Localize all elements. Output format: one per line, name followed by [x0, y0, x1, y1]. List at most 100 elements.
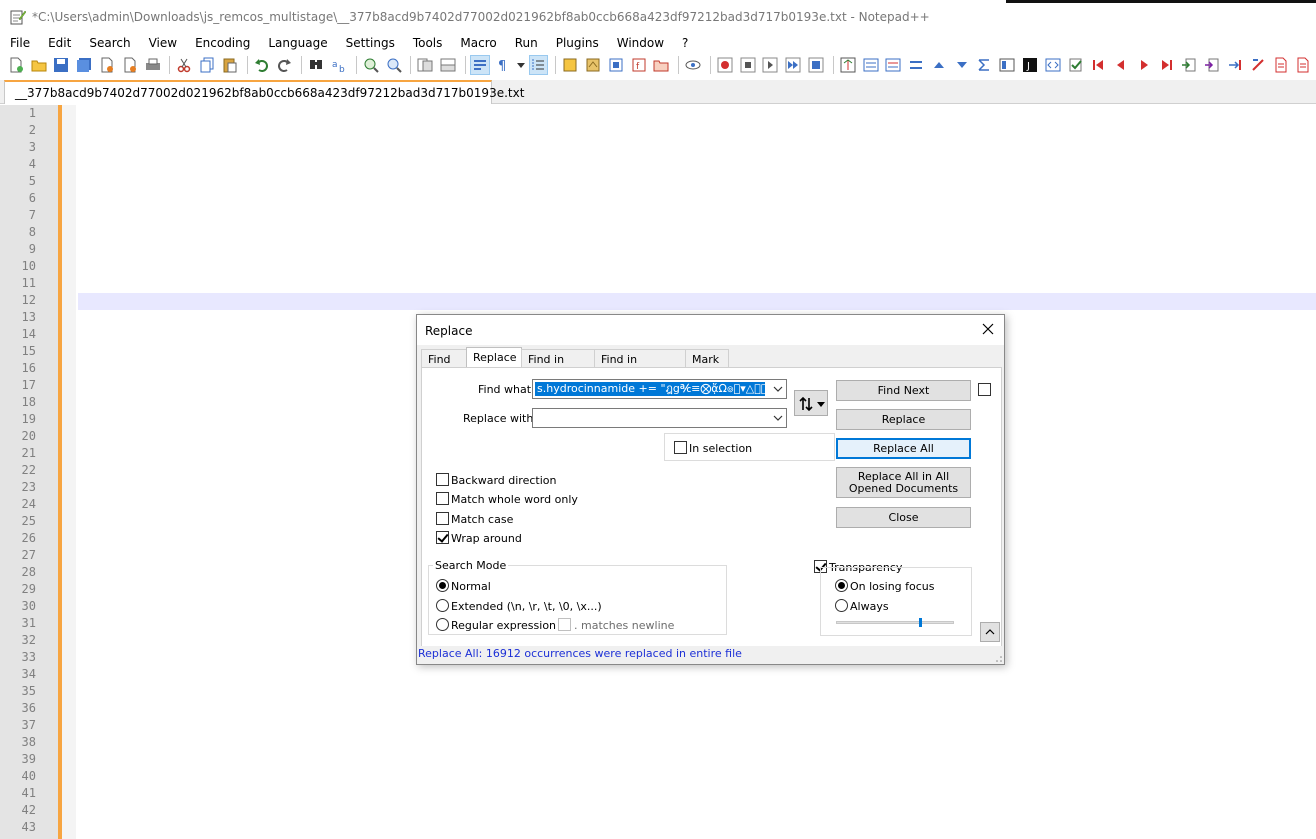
nav-down-icon[interactable]: [952, 55, 972, 75]
line-number: 12: [21, 293, 36, 307]
close-all-icon[interactable]: [120, 55, 140, 75]
find-next-button[interactable]: Find Next: [836, 380, 971, 401]
function-list-icon[interactable]: f: [629, 55, 649, 75]
in-selection-checkbox[interactable]: [674, 441, 687, 454]
cut-icon[interactable]: [174, 55, 194, 75]
find-next-extra-checkbox[interactable]: [978, 383, 991, 396]
document-tab[interactable]: __377b8acd9b7402d77002d021962bf8ab0ccb66…: [4, 80, 524, 104]
menu-plugins[interactable]: Plugins: [546, 36, 607, 50]
save-macro-icon[interactable]: [806, 55, 826, 75]
edit-clear-icon[interactable]: [1248, 55, 1268, 75]
export-icon[interactable]: [1202, 55, 1222, 75]
search-mode-radio[interactable]: [436, 579, 449, 592]
swap-find-replace-button[interactable]: [794, 390, 828, 416]
option-checkbox-match-whole-word-only[interactable]: [436, 492, 449, 505]
nav-up-icon[interactable]: [929, 55, 949, 75]
replace-all-opened-button[interactable]: Replace All in All Opened Documents: [836, 467, 971, 498]
transparency-mode-radio[interactable]: [835, 579, 848, 592]
compare-swap-icon[interactable]: [906, 55, 926, 75]
transparency-mode-radio[interactable]: [835, 599, 848, 612]
menu-run[interactable]: Run: [505, 36, 546, 50]
indent-guide-icon[interactable]: [528, 55, 549, 75]
word-wrap-icon[interactable]: [469, 55, 490, 75]
tab-mark[interactable]: Mark: [685, 349, 729, 368]
show-all-chars-icon[interactable]: ¶: [493, 55, 513, 75]
import-icon[interactable]: [1180, 55, 1200, 75]
checkmark-icon[interactable]: [1066, 55, 1086, 75]
macro-play-icon[interactable]: [761, 55, 781, 75]
compare-lines-icon[interactable]: [861, 55, 881, 75]
close-button[interactable]: Close: [836, 507, 971, 528]
replace-button[interactable]: Replace: [836, 409, 971, 430]
first-icon[interactable]: [1088, 55, 1108, 75]
resize-grip-icon[interactable]: [994, 654, 1002, 662]
option-checkbox-match-case[interactable]: [436, 512, 449, 525]
menu-tools[interactable]: Tools: [403, 36, 451, 50]
option-checkbox-wrap-around[interactable]: [436, 531, 449, 544]
code-icon[interactable]: [1043, 55, 1063, 75]
menu-window[interactable]: Window: [607, 36, 672, 50]
replace-all-button[interactable]: Replace All: [836, 438, 971, 459]
sync-vertical-icon[interactable]: [415, 55, 435, 75]
chevron-down-icon[interactable]: [773, 414, 783, 422]
print-icon[interactable]: [143, 55, 163, 75]
dialog-close-icon[interactable]: [980, 321, 996, 337]
tab-find-in-projects[interactable]: Find in Projects: [594, 349, 686, 379]
monitoring-eye-icon[interactable]: [683, 55, 703, 75]
previous-icon[interactable]: [1111, 55, 1131, 75]
menu-settings[interactable]: Settings: [336, 36, 403, 50]
search-mode-radio[interactable]: [436, 599, 449, 612]
chevron-down-icon[interactable]: [773, 385, 783, 393]
zoom-in-icon[interactable]: [361, 55, 381, 75]
jump-icon[interactable]: [1225, 55, 1245, 75]
document-alt-icon[interactable]: [1294, 55, 1314, 75]
doc-list-icon[interactable]: [606, 55, 626, 75]
dropdown-arrow-icon[interactable]: [516, 55, 526, 75]
find-icon[interactable]: [306, 55, 326, 75]
menu-search[interactable]: Search: [79, 36, 138, 50]
tab-find[interactable]: Find: [421, 349, 467, 368]
menu-view[interactable]: View: [139, 36, 185, 50]
sync-horizontal-icon[interactable]: [438, 55, 458, 75]
tab-replace[interactable]: Replace: [466, 347, 522, 368]
save-icon[interactable]: [52, 55, 72, 75]
json-icon[interactable]: J: [1020, 55, 1040, 75]
transparency-slider-thumb[interactable]: [919, 618, 922, 627]
doc-map-icon[interactable]: [583, 55, 603, 75]
find-what-combo[interactable]: s.hydrocinnamide += "ฎg℀≡⁠⨂ᾄΩ๏⛱▾△ี์₆♉: [532, 379, 787, 399]
tab-find-in-files[interactable]: Find in Files: [521, 349, 595, 379]
last-icon[interactable]: [1157, 55, 1177, 75]
copy-icon[interactable]: [197, 55, 217, 75]
compare-icon[interactable]: [838, 55, 858, 75]
compare-diff-icon[interactable]: [883, 55, 903, 75]
user-defined-lang-icon[interactable]: [560, 55, 580, 75]
folder-workspace-icon[interactable]: [651, 55, 671, 75]
option-checkbox-backward-direction[interactable]: [436, 473, 449, 486]
search-mode-radio[interactable]: [436, 618, 449, 631]
redo-icon[interactable]: [275, 55, 295, 75]
close-icon[interactable]: [97, 55, 117, 75]
menu-encoding[interactable]: Encoding: [185, 36, 258, 50]
macro-run-multiple-icon[interactable]: [783, 55, 803, 75]
menu-edit[interactable]: Edit: [38, 36, 79, 50]
open-file-icon[interactable]: [29, 55, 49, 75]
panel-icon[interactable]: [997, 55, 1017, 75]
sigma-icon[interactable]: [975, 55, 995, 75]
next-icon[interactable]: [1134, 55, 1154, 75]
new-file-icon[interactable]: [6, 55, 26, 75]
replace-icon[interactable]: ab: [329, 55, 349, 75]
undo-icon[interactable]: [252, 55, 272, 75]
menu-file[interactable]: File: [0, 36, 38, 50]
menu-macro[interactable]: Macro: [450, 36, 504, 50]
document-icon[interactable]: [1271, 55, 1291, 75]
save-all-icon[interactable]: [74, 55, 94, 75]
replace-with-combo[interactable]: [532, 408, 787, 428]
paste-icon[interactable]: [220, 55, 240, 75]
zoom-out-icon[interactable]: [384, 55, 404, 75]
macro-stop-icon[interactable]: [738, 55, 758, 75]
transparency-slider[interactable]: [836, 621, 954, 624]
macro-record-icon[interactable]: [715, 55, 735, 75]
collapse-up-button[interactable]: [980, 622, 1000, 642]
menu-language[interactable]: Language: [258, 36, 335, 50]
menu-help[interactable]: ?: [672, 36, 696, 50]
